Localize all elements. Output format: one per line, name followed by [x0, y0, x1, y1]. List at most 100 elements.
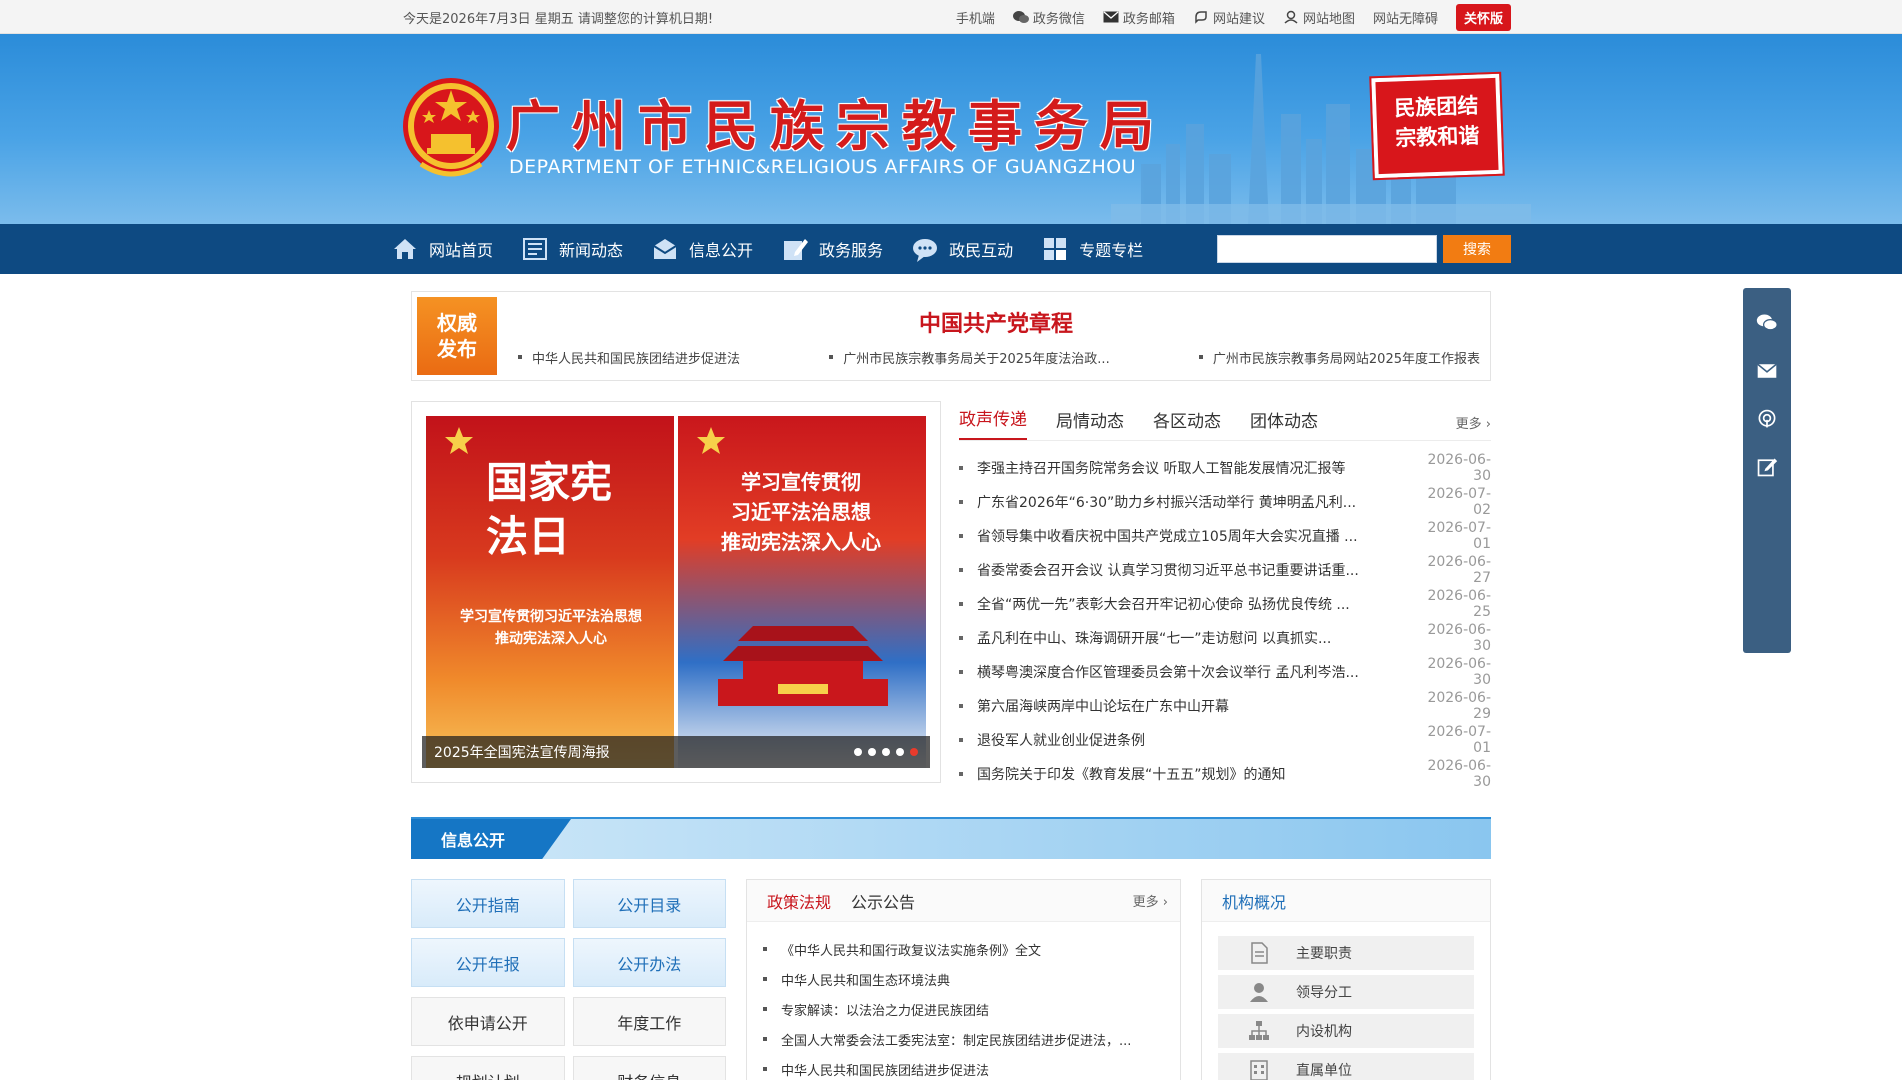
side-edit-button[interactable] [1754, 454, 1780, 480]
poster1-sub1: 学习宣传贯彻习近平法治思想 [460, 609, 642, 625]
policy-item[interactable]: 专家解读：以法治之力促进民族团结 [763, 994, 1164, 1024]
news-title: 孟凡利在中山、珠海调研开展“七一”走访慰问 以真抓实... [977, 631, 1332, 647]
mail-icon [1103, 11, 1119, 23]
authority-link[interactable]: 广州市民族宗教事务局网站2025年度工作报表 [1198, 348, 1480, 367]
guide-button[interactable]: 规划计划 [411, 1056, 565, 1080]
image-carousel[interactable]: 国家宪法日 学习宣传贯彻习近平法治思想 推动宪法深入人心 学习宣传贯彻 习近平法… [411, 401, 941, 783]
side-mail-button[interactable] [1754, 358, 1780, 384]
news-item[interactable]: 第六届海峡两岸中山论坛在广东中山开幕 2026-06-29 [959, 689, 1491, 723]
guide-button[interactable]: 公开办法 [572, 938, 726, 987]
sitemap-link[interactable]: 网站地图 [1283, 8, 1355, 27]
tab-gov-voice[interactable]: 政声传递 [959, 405, 1027, 440]
law-study-poster[interactable]: 学习宣传贯彻 习近平法治思想 推动宪法深入人心 [678, 416, 926, 768]
tab-bureau-news[interactable]: 局情动态 [1056, 407, 1124, 440]
news-item[interactable]: 横琴粤澳深度合作区管理委员会第十次会议举行 孟凡利岑浩... 2026-06-30 [959, 655, 1491, 689]
tab-policy-law[interactable]: 政策法规 [767, 889, 831, 913]
search-button[interactable]: 搜索 [1443, 235, 1511, 263]
authority-headline[interactable]: 中国共产党章程 [919, 306, 1073, 338]
carousel-dot[interactable] [868, 748, 876, 756]
org-item-label: 领导分工 [1296, 985, 1352, 1001]
suggestion-link[interactable]: 网站建议 [1193, 8, 1265, 27]
guide-button[interactable]: 公开指南 [411, 879, 565, 928]
accessibility-link[interactable]: 网站无障碍 [1373, 8, 1438, 27]
news-item[interactable]: 广东省2026年“6·30”助力乡村振兴活动举行 黄坤明孟凡利... 2026-0… [959, 485, 1491, 519]
policy-item[interactable]: 全国人大常委会法工委宪法室：制定民族团结进步促进法，... [763, 1024, 1164, 1054]
news-item[interactable]: 李强主持召开国务院常务会议 听取人工智能发展情况汇报等 2026-06-30 [959, 451, 1491, 485]
policy-item[interactable]: 中华人民共和国生态环境法典 [763, 964, 1164, 994]
constitution-day-poster[interactable]: 国家宪法日 学习宣传贯彻习近平法治思想 推动宪法深入人心 [426, 416, 674, 768]
mobile-link-label: 手机端 [955, 11, 995, 27]
org-chart-icon [1249, 1021, 1269, 1040]
news-date: 2026-06-30 [1427, 622, 1491, 654]
nav-interaction[interactable]: 政民互动 [897, 224, 1027, 274]
org-item-departments[interactable]: 内设机构 [1218, 1014, 1474, 1048]
main-content: 权威 发布 中国共产党章程 中华人民共和国民族团结进步促进法 广州市民族宗教事务… [411, 291, 1491, 1080]
carousel-dot-active[interactable] [910, 748, 918, 756]
nav-info-public[interactable]: 信息公开 [637, 224, 767, 274]
news-title: 横琴粤澳深度合作区管理委员会第十次会议举行 孟凡利岑浩... [977, 665, 1359, 681]
org-item-duties[interactable]: 主要职责 [1218, 936, 1474, 970]
side-float-toolbar [1743, 288, 1791, 653]
nav-gov-service[interactable]: 政务服务 [767, 224, 897, 274]
guide-button[interactable]: 公开目录 [572, 879, 726, 928]
document-icon [1251, 942, 1268, 964]
nav-special[interactable]: 专题专栏 [1027, 224, 1157, 274]
policy-title: 专家解读：以法治之力促进民族团结 [781, 1003, 990, 1019]
news-item[interactable]: 省委常委会召开会议 认真学习贯彻习近平总书记重要讲话重... 2026-06-27 [959, 553, 1491, 587]
newspaper-icon [523, 238, 548, 260]
seal-line-1: 民族团结 [1393, 92, 1479, 121]
side-wechat-button[interactable] [1754, 310, 1780, 336]
authority-badge-line-1: 权威 [437, 311, 477, 335]
guide-button[interactable]: 年度工作 [572, 997, 726, 1046]
tab-district-news[interactable]: 各区动态 [1153, 407, 1221, 440]
authority-release: 权威 发布 中国共产党章程 中华人民共和国民族团结进步促进法 广州市民族宗教事务… [411, 291, 1491, 381]
bullet [959, 534, 963, 538]
bullet [959, 738, 963, 742]
carousel-dot[interactable] [882, 748, 890, 756]
carousel-slides: 国家宪法日 学习宣传贯彻习近平法治思想 推动宪法深入人心 学习宣传贯彻 习近平法… [426, 416, 926, 768]
news-more-link[interactable]: 更多 › [1456, 413, 1491, 440]
policy-title: 中华人民共和国民族团结进步促进法 [781, 1063, 990, 1079]
policy-item[interactable]: 《中华人民共和国行政复议法实施条例》全文 [763, 934, 1164, 964]
news-panel: 政声传递 局情动态 各区动态 团体动态 更多 › 李强主持召开国务院常务会议 听… [959, 401, 1491, 791]
authority-links: 中华人民共和国民族团结进步促进法 广州市民族宗教事务局关于2025年度法治政..… [502, 348, 1490, 367]
side-podcast-button[interactable] [1754, 406, 1780, 432]
authority-link[interactable]: 中华人民共和国民族团结进步促进法 [518, 348, 740, 367]
bullet [763, 1007, 767, 1011]
authority-link[interactable]: 广州市民族宗教事务局关于2025年度法治政... [829, 348, 1110, 367]
date-notice: 今天是2026年7月3日 星期五 请调整您的计算机日期! [403, 11, 714, 27]
nav-news[interactable]: 新闻动态 [507, 224, 637, 274]
tab-public-notice[interactable]: 公示公告 [851, 889, 915, 913]
org-item-units[interactable]: 直属单位 [1218, 1053, 1474, 1080]
carousel-dot[interactable] [896, 748, 904, 756]
news-item[interactable]: 省领导集中收看庆祝中国共产党成立105周年大会实况直播 ... 2026-07-0… [959, 519, 1491, 553]
bullet [959, 772, 963, 776]
care-mode-button[interactable]: 关怀版 [1455, 3, 1511, 31]
mail-link[interactable]: 政务邮箱 [1103, 8, 1175, 27]
org-item-leaders[interactable]: 领导分工 [1218, 975, 1474, 1009]
guide-button[interactable]: 公开年报 [411, 938, 565, 987]
news-item[interactable]: 退役军人就业创业促进条例 2026-07-01 [959, 723, 1491, 757]
guide-button[interactable]: 依申请公开 [411, 997, 565, 1046]
nav-home[interactable]: 网站首页 [391, 224, 507, 274]
site-subtitle: DEPARTMENT OF ETHNIC&RELIGIOUS AFFAIRS O… [509, 156, 1137, 178]
site-banner: 广州市民族宗教事务局 DEPARTMENT OF ETHNIC&RELIGIOU… [0, 34, 1902, 224]
guide-button[interactable]: 财务信息 [572, 1056, 726, 1080]
accessibility-link-label: 网站无障碍 [1372, 11, 1438, 27]
news-item[interactable]: 国务院关于印发《教育发展“十五五”规划》的通知 2026-06-30 [959, 757, 1491, 791]
nav-news-label: 新闻动态 [559, 241, 624, 260]
search-input[interactable] [1217, 235, 1437, 263]
news-item[interactable]: 孟凡利在中山、珠海调研开展“七一”走访慰问 以真抓实... 2026-06-30 [959, 621, 1491, 655]
policy-more-link[interactable]: 更多 › [1133, 891, 1168, 910]
news-title: 全省“两优一先”表彰大会召开牢记初心使命 弘扬优良传统 ... [977, 597, 1350, 613]
home-icon [394, 239, 416, 259]
podcast-icon [1758, 409, 1776, 428]
carousel-dot[interactable] [854, 748, 862, 756]
news-item[interactable]: 全省“两优一先”表彰大会召开牢记初心使命 弘扬优良传统 ... 2026-06-2… [959, 587, 1491, 621]
policy-item[interactable]: 中华人民共和国民族团结进步促进法 [763, 1054, 1164, 1080]
bullet [763, 1037, 767, 1041]
bullet [959, 500, 963, 504]
wechat-link[interactable]: 政务微信 [1012, 8, 1085, 27]
tab-group-news[interactable]: 团体动态 [1250, 407, 1318, 440]
mobile-link[interactable]: 手机端 [956, 8, 995, 27]
